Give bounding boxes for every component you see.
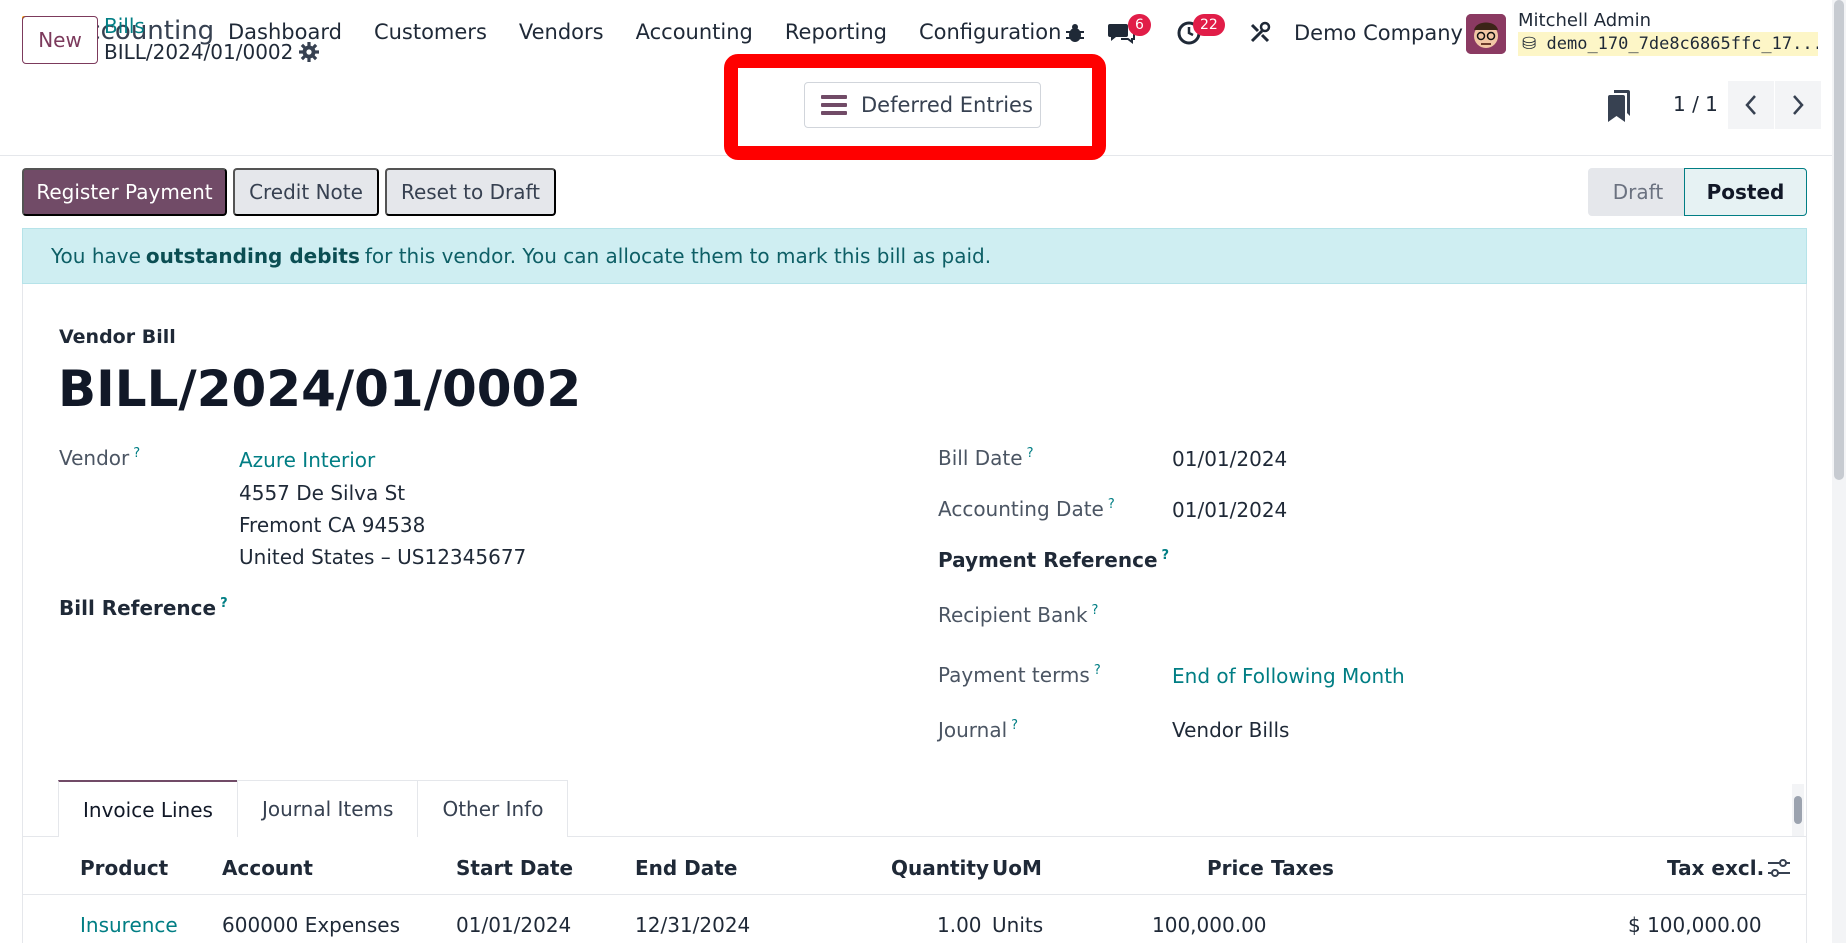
cell-end-date[interactable]: 12/31/2024 [635, 913, 750, 937]
bill-reference-label-text: Bill Reference [59, 596, 217, 620]
journal-value[interactable]: Vendor Bills [1172, 718, 1289, 742]
help-icon[interactable]: ? [1011, 718, 1018, 733]
cell-product[interactable]: Insurence [80, 913, 178, 937]
table-header-divider [22, 894, 1807, 895]
credit-note-button[interactable]: Credit Note [233, 168, 379, 216]
col-product[interactable]: Product [80, 856, 168, 880]
accounting-date-label: Accounting Date? [938, 497, 1115, 521]
vendor-name[interactable]: Azure Interior [239, 448, 375, 472]
col-end-date[interactable]: End Date [635, 856, 737, 880]
breadcrumb-bills[interactable]: Bills [104, 14, 145, 38]
help-icon[interactable]: ? [133, 446, 140, 461]
tools-icon[interactable] [1245, 18, 1275, 48]
status-posted[interactable]: Posted [1684, 168, 1807, 216]
user-avatar[interactable] [1466, 14, 1506, 54]
cell-uom[interactable]: Units [992, 913, 1043, 937]
payment-terms-label: Payment terms? [938, 663, 1101, 687]
activity-count-badge: 22 [1193, 14, 1225, 36]
notebook-tabs: Invoice Lines Journal Items Other Info [58, 780, 569, 837]
bookmark-icon[interactable] [1608, 90, 1632, 122]
user-name[interactable]: Mitchell Admin [1518, 10, 1651, 31]
payment-reference-label: Payment Reference? [938, 548, 1169, 572]
breadcrumb-current: BILL/2024/01/0002 [104, 40, 294, 64]
menu-accounting[interactable]: Accounting [636, 20, 753, 44]
menu-reporting[interactable]: Reporting [785, 20, 887, 44]
main-menu: Dashboard Customers Vendors Accounting R… [228, 20, 1093, 44]
payment-reference-label-text: Payment Reference [938, 548, 1158, 572]
vendor-label-text: Vendor [59, 446, 130, 470]
alert-outstanding-debits[interactable]: outstanding debits [146, 244, 360, 268]
col-taxes[interactable]: Taxes [1271, 856, 1334, 880]
database-icon: ⛁ [1522, 34, 1537, 54]
deferred-entries-button[interactable]: Deferred Entries [804, 82, 1041, 128]
accounting-date-value[interactable]: 01/01/2024 [1172, 498, 1287, 522]
pager-next-button[interactable] [1775, 81, 1821, 129]
outstanding-debits-alert: You have outstanding debits for this ven… [22, 228, 1807, 284]
vendor-address-line-3: United States – US12345677 [239, 545, 527, 569]
journal-label: Journal? [938, 718, 1018, 742]
help-icon[interactable]: ? [220, 596, 228, 611]
help-icon[interactable]: ? [1108, 497, 1115, 512]
document-type: Vendor Bill [59, 326, 176, 348]
payment-terms-value[interactable]: End of Following Month [1172, 664, 1405, 688]
tabs-scrollbar-thumb[interactable] [1794, 796, 1802, 824]
page-scrollbar-thumb[interactable] [1834, 0, 1844, 480]
cell-price[interactable]: 100,000.00 [1152, 913, 1267, 937]
gear-icon[interactable] [298, 41, 320, 63]
col-tax-excl[interactable]: Tax excl. [1667, 856, 1764, 880]
company-switcher[interactable]: Demo Company [1294, 21, 1463, 45]
pager-value[interactable]: 1 / 1 [1673, 92, 1718, 116]
col-price[interactable]: Price [1207, 856, 1264, 880]
new-button[interactable]: New [22, 16, 98, 64]
database-label: demo_170_7de8c6865ffc_17... [1546, 34, 1819, 54]
cell-tax-excl: $ 100,000.00 [1628, 913, 1762, 937]
tab-invoice-lines[interactable]: Invoice Lines [58, 780, 238, 837]
chevron-left-icon [1745, 95, 1756, 115]
tab-other-info[interactable]: Other Info [417, 780, 569, 837]
bill-date-label: Bill Date? [938, 446, 1033, 470]
alert-prefix: You have [51, 244, 141, 268]
bill-reference-label: Bill Reference? [59, 596, 228, 620]
help-icon[interactable]: ? [1092, 603, 1099, 618]
col-uom[interactable]: UoM [992, 856, 1042, 880]
hamburger-icon [821, 95, 847, 115]
bill-date-value[interactable]: 01/01/2024 [1172, 447, 1287, 471]
col-quantity[interactable]: Quantity [891, 856, 989, 880]
chevron-right-icon [1793, 95, 1804, 115]
vendor-address-line-1: 4557 De Silva St [239, 481, 406, 505]
deferred-entries-label: Deferred Entries [861, 93, 1033, 117]
reset-to-draft-button[interactable]: Reset to Draft [385, 168, 556, 216]
col-start-date[interactable]: Start Date [456, 856, 573, 880]
help-icon[interactable]: ? [1162, 548, 1170, 563]
alert-suffix: for this vendor. You can allocate them t… [364, 244, 992, 268]
cell-account[interactable]: 600000 Expenses [222, 913, 400, 937]
bill-number: BILL/2024/01/0002 [58, 360, 582, 418]
menu-customers[interactable]: Customers [374, 20, 487, 44]
vendor-label: Vendor? [59, 446, 140, 470]
tab-journal-items[interactable]: Journal Items [236, 780, 419, 837]
chat-count-badge: 6 [1128, 14, 1151, 36]
cell-quantity[interactable]: 1.00 [937, 913, 982, 937]
accounting-date-label-text: Accounting Date [938, 497, 1104, 521]
col-account[interactable]: Account [222, 856, 313, 880]
menu-configuration[interactable]: Configuration [919, 20, 1061, 44]
register-payment-button[interactable]: Register Payment [22, 168, 227, 216]
help-icon[interactable]: ? [1094, 663, 1101, 678]
recipient-bank-label-text: Recipient Bank [938, 603, 1088, 627]
debug-bug-icon[interactable] [1060, 18, 1090, 48]
payment-terms-label-text: Payment terms [938, 663, 1090, 687]
cell-start-date[interactable]: 01/01/2024 [456, 913, 571, 937]
menu-vendors[interactable]: Vendors [519, 20, 604, 44]
journal-label-text: Journal [938, 718, 1008, 742]
vendor-address-line-2: Fremont CA 94538 [239, 513, 426, 537]
recipient-bank-label: Recipient Bank? [938, 603, 1098, 627]
status-draft[interactable]: Draft [1588, 168, 1688, 216]
database-name: ⛁ demo_170_7de8c6865ffc_17... [1518, 32, 1818, 56]
optional-columns-icon[interactable] [1768, 858, 1790, 878]
bill-date-label-text: Bill Date [938, 446, 1023, 470]
help-icon[interactable]: ? [1027, 446, 1034, 461]
pager-previous-button[interactable] [1728, 81, 1774, 129]
